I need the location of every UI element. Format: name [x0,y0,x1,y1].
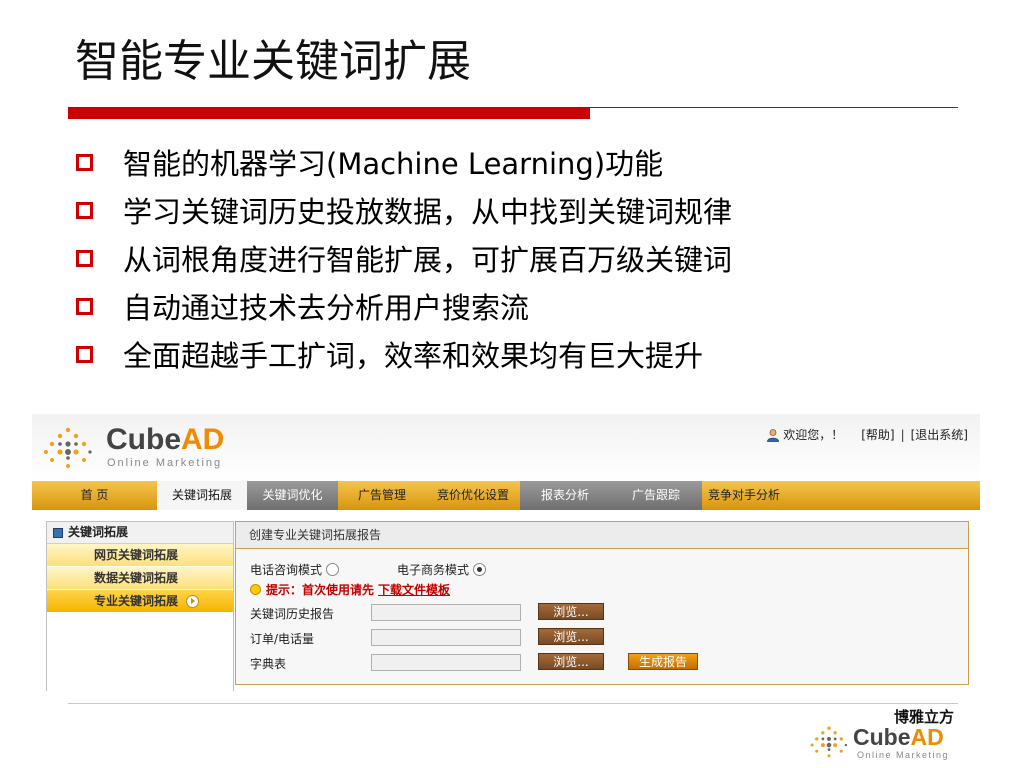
slide-title: 智能专业关键词扩展 [75,36,471,87]
mode-row: 电话咨询模式 电子商务模式 [250,561,487,578]
download-template-link[interactable]: 下载文件模板 [378,581,450,598]
history-report-label: 关键词历史报告 [250,607,335,621]
square-bullet-icon [76,153,93,171]
tab-ad-management[interactable]: 广告管理 [338,481,426,510]
bullet-item: 自动通过技术去分析用户搜索流 [76,282,732,330]
square-bullet-icon [76,201,93,219]
dictionary-file-input[interactable] [371,654,521,671]
panel-body: 电话咨询模式 电子商务模式 提示：首次使用请先 下载文件模板 关键词历史报告 浏… [236,549,968,684]
bullet-text: 智能的机器学习(Machine Learning)功能 [123,147,664,181]
ecommerce-mode-radio[interactable] [473,563,487,576]
cubead-logo-icon [44,427,92,468]
expand-square-icon[interactable] [53,527,63,538]
title-accent-bar [68,108,590,119]
orders-calls-file-input[interactable] [371,629,521,646]
bullet-text: 自动通过技术去分析用户搜索流 [123,291,530,325]
ecommerce-mode-label: 电子商务模式 [397,563,470,577]
tip-text: 提示：首次使用请先 [266,583,375,597]
logout-link[interactable]: [退出系统] [911,426,968,443]
generate-report-button[interactable]: 生成报告 [628,653,698,670]
bullet-item: 全面超越手工扩词，效率和效果均有巨大提升 [76,330,732,378]
phone-mode-label: 电话咨询模式 [250,563,323,577]
cubead-logo-icon [810,726,848,758]
logo-tagline: Online Marketing [107,457,223,469]
tab-keyword-expansion[interactable]: 关键词拓展 [157,481,247,510]
app-screenshot: CubeAD Online Marketing 欢迎您，！ [帮助] | [退出… [32,414,980,691]
bullet-text: 从词根角度进行智能扩展，可扩展百万级关键词 [123,243,733,277]
logo-wordmark: CubeAD [106,423,225,456]
history-report-file-input[interactable] [371,604,521,621]
bullet-item: 智能的机器学习(Machine Learning)功能 [76,138,732,186]
bullet-text: 学习关键词历史投放数据，从中找到关键词规律 [123,195,733,229]
browse-button[interactable]: 浏览... [538,628,604,645]
panel-title: 创建专业关键词拓展报告 [236,522,968,549]
dictionary-label: 字典表 [250,657,287,671]
square-bullet-icon [76,297,93,315]
bullet-list: 智能的机器学习(Machine Learning)功能 学习关键词历史投放数据，… [76,138,732,378]
orders-calls-label: 订单/电话量 [250,632,315,646]
tab-report-analysis[interactable]: 报表分析 [520,481,610,510]
tab-ad-tracking[interactable]: 广告跟踪 [610,481,702,510]
browse-button[interactable]: 浏览... [538,653,604,670]
bullet-text: 全面超越手工扩词，效率和效果均有巨大提升 [123,339,704,373]
sidebar-item-label: 专业关键词拓展 [94,594,179,608]
square-bullet-icon [76,249,93,267]
create-report-panel: 创建专业关键词拓展报告 电话咨询模式 电子商务模式 提示：首次使用请先 下载文件… [235,521,969,685]
browse-button[interactable]: 浏览... [538,603,604,620]
sidebar-item-data-keywords[interactable]: 数据关键词拓展 [47,567,233,590]
square-bullet-icon [76,345,93,363]
sidebar-item-label: 数据关键词拓展 [94,571,179,585]
tab-competitor-analysis[interactable]: 竞争对手分析 [702,481,786,510]
footer-logo-tagline: Online Marketing [857,750,950,760]
lightbulb-icon [250,584,261,595]
tab-home[interactable]: 首 页 [32,481,157,510]
tab-bid-optimization[interactable]: 竞价优化设置 [426,481,520,510]
tab-keyword-optimization[interactable]: 关键词优化 [247,481,338,510]
phone-mode-radio[interactable] [326,563,340,576]
arrow-right-icon [186,594,200,608]
bullet-item: 学习关键词历史投放数据，从中找到关键词规律 [76,186,732,234]
divider: | [900,427,905,442]
welcome-text: 欢迎您，！ [783,428,844,442]
sidebar-item-web-keywords[interactable]: 网页关键词拓展 [47,544,233,567]
user-icon [767,428,780,442]
footer-logo-wordmark: CubeAD [853,724,944,750]
app-header: CubeAD Online Marketing 欢迎您，！ [帮助] | [退出… [32,414,980,481]
footer-divider [68,703,958,704]
user-area: 欢迎您，！ [帮助] | [退出系统] [766,426,968,443]
sidebar-heading-label: 关键词拓展 [68,525,129,539]
bullet-item: 从词根角度进行智能扩展，可扩展百万级关键词 [76,234,732,282]
sidebar-item-label: 网页关键词拓展 [94,548,179,562]
tip-row: 提示：首次使用请先 下载文件模板 [250,581,450,598]
main-nav: 首 页 关键词拓展 关键词优化 广告管理 竞价优化设置 报表分析 广告跟踪 竞争… [32,481,980,510]
help-link[interactable]: [帮助] [861,426,894,443]
sidebar-item-pro-keywords[interactable]: 专业关键词拓展 [47,590,233,613]
sidebar-heading: 关键词拓展 [47,521,233,544]
sidebar: 关键词拓展 网页关键词拓展 数据关键词拓展 专业关键词拓展 [46,521,234,691]
